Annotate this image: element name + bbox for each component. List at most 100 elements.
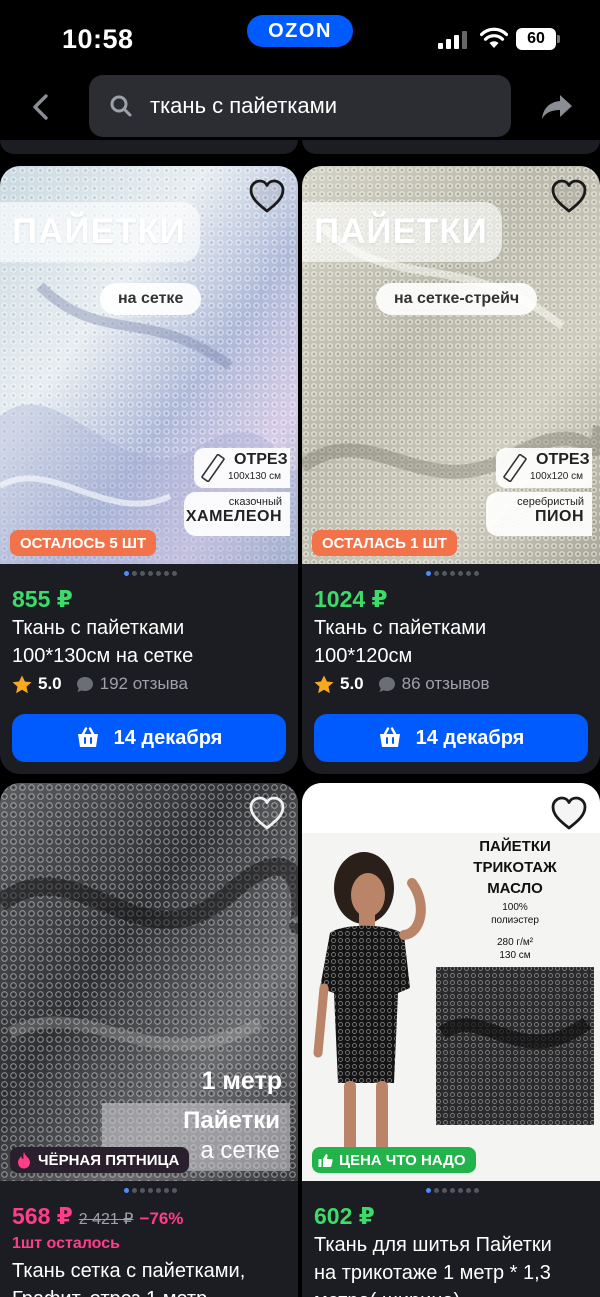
- product-rating: 5.0 86 отзывов: [314, 674, 489, 694]
- stock-left: 1шт осталось: [12, 1235, 120, 1252]
- poster-title-line: ПАЙЕТКИ: [479, 838, 551, 855]
- poster-composition: 100%: [502, 902, 528, 913]
- image-pager-dots: [302, 571, 600, 581]
- product-card[interactable]: 1 метр Пайетки а сетке ЧЁРНАЯ ПЯТНИЦА 56…: [0, 783, 298, 1297]
- add-to-cart-button[interactable]: 14 декабря: [314, 714, 588, 762]
- delivery-date: 14 декабря: [415, 726, 525, 749]
- ruler-icon: [503, 454, 527, 482]
- product-title[interactable]: Ткань с пайетками 100*120см: [314, 614, 594, 670]
- color-descriptor: сказочный: [228, 496, 282, 508]
- product-card[interactable]: ПАЙЕТКИ на сетке-стрейч ОТРЕЗ 100x120 см…: [302, 166, 600, 774]
- delivery-date: 14 декабря: [113, 726, 223, 749]
- product-price: 602 ₽: [314, 1203, 375, 1229]
- search-icon: [110, 95, 132, 117]
- photo-subtitle-label: на сетке: [100, 283, 202, 315]
- promo-tag: ЧЁРНАЯ ПЯТНИЦА: [10, 1147, 190, 1173]
- photo-subtitle-label: на сетке-стрейч: [376, 283, 538, 315]
- favorite-heart-icon[interactable]: [550, 178, 588, 214]
- photo-name-label: Пайетки: [183, 1107, 280, 1134]
- product-price: 1024 ₽: [314, 586, 388, 612]
- product-card[interactable]: ПАЙЕТКИ ТРИКОТАЖ МАСЛО 100% полиэстер 28…: [302, 783, 600, 1297]
- status-time: 10:58: [62, 24, 134, 54]
- favorite-heart-icon[interactable]: [248, 178, 286, 214]
- old-price: 2 421 ₽: [78, 1211, 134, 1228]
- reviews-bubble-icon: [76, 676, 93, 692]
- favorite-heart-icon[interactable]: [550, 795, 588, 831]
- product-title-line: метра( ширина): [314, 1287, 594, 1297]
- back-arrow-icon[interactable]: [28, 92, 56, 122]
- color-badge: серебристый ПИОН: [486, 492, 592, 536]
- reviews-count[interactable]: 86 отзывов: [402, 674, 490, 694]
- product-title-line: Ткань сетка с пайетками,: [12, 1260, 246, 1282]
- stock-tag: ОСТАЛАСЬ 1 ШТ: [312, 530, 457, 556]
- product-title[interactable]: Ткань для шитья Пайетки на трикотаже 1 м…: [314, 1231, 594, 1297]
- search-query: ткань с пайетками: [150, 93, 338, 118]
- product-title-line: Ткань с пайетками: [314, 617, 487, 639]
- cart-icon: [379, 727, 400, 747]
- product-price: 568 ₽: [12, 1203, 73, 1229]
- ozon-logo[interactable]: OZON: [247, 15, 353, 47]
- photo-title-label: ПАЙЕТКИ: [302, 202, 502, 262]
- color-badge: сказочный ХАМЕЛЕОН: [184, 492, 290, 536]
- product-photo[interactable]: ПАЙЕТКИ на сетке-стрейч ОТРЕЗ 100x120 см…: [302, 166, 600, 564]
- star-icon: [314, 675, 334, 693]
- star-icon: [12, 675, 32, 693]
- product-title[interactable]: Ткань с пайетками 100*130см на сетке: [12, 614, 292, 670]
- photo-title-label: ПАЙЕТКИ: [0, 202, 200, 262]
- cut-title: ОТРЕЗ: [536, 451, 590, 468]
- promo-tag-text: ЧЁРНАЯ ПЯТНИЦА: [38, 1151, 180, 1169]
- cut-size-badge: ОТРЕЗ 100x120 см: [496, 448, 592, 488]
- poster-composition: полиэстер: [491, 915, 539, 926]
- reviews-bubble-icon: [378, 676, 395, 692]
- product-title-line: Графит, отрез 1 метр: [12, 1285, 292, 1297]
- add-to-cart-button[interactable]: 14 декабря: [12, 714, 286, 762]
- cut-size: 100x130 см: [228, 471, 282, 482]
- cellular-signal-icon: [438, 31, 467, 49]
- share-icon[interactable]: [540, 93, 574, 121]
- status-bar: 10:58 OZON 60: [0, 0, 600, 70]
- discount-percent: −76%: [139, 1209, 184, 1228]
- photo-length-label: 1 метр: [201, 1067, 282, 1095]
- promo-tag-text: ЦЕНА ЧТО НАДО: [339, 1151, 466, 1169]
- product-title-line: 100*120см: [314, 645, 413, 667]
- product-title-line: 100*130см на сетке: [12, 645, 194, 667]
- product-title-line: на трикотаже 1 метр * 1,3: [314, 1262, 551, 1284]
- cut-size: 100x120 см: [530, 471, 584, 482]
- cart-icon: [77, 727, 98, 747]
- ruler-icon: [201, 454, 225, 482]
- cut-size-badge: ОТРЕЗ 100x130 см: [194, 448, 290, 488]
- product-title-line: Ткань для шитья Пайетки: [314, 1234, 552, 1256]
- thumbs-up-icon: [318, 1153, 333, 1167]
- color-descriptor: серебристый: [517, 496, 584, 508]
- product-price-row: 568 ₽ 2 421 ₽ −76%: [12, 1203, 183, 1230]
- image-pager-dots: [302, 1188, 600, 1198]
- product-card[interactable]: ПАЙЕТКИ на сетке ОТРЕЗ 100x130 см сказоч…: [0, 166, 298, 774]
- product-title-line: Ткань с пайетками: [12, 617, 185, 639]
- battery-icon: 60: [516, 28, 560, 50]
- product-photo[interactable]: ПАЙЕТКИ ТРИКОТАЖ МАСЛО 100% полиэстер 28…: [302, 783, 600, 1181]
- product-photo[interactable]: ПАЙЕТКИ на сетке ОТРЕЗ 100x130 см сказоч…: [0, 166, 298, 564]
- poster-title-line: ТРИКОТАЖ: [473, 859, 557, 876]
- poster-width: 130 см: [499, 950, 531, 961]
- search-input[interactable]: ткань с пайетками: [89, 75, 511, 137]
- wifi-icon: [480, 27, 508, 48]
- battery-level: 60: [516, 28, 556, 50]
- product-price: 855 ₽: [12, 586, 73, 612]
- favorite-heart-icon[interactable]: [248, 795, 286, 831]
- poster-title-line: МАСЛО: [487, 880, 543, 897]
- rating-value: 5.0: [340, 674, 364, 693]
- flame-icon: [18, 1152, 30, 1169]
- rating-value: 5.0: [38, 674, 62, 693]
- image-pager-dots: [0, 571, 298, 581]
- previous-card-edge: [302, 140, 600, 154]
- product-photo[interactable]: 1 метр Пайетки а сетке ЧЁРНАЯ ПЯТНИЦА: [0, 783, 298, 1181]
- reviews-count[interactable]: 192 отзыва: [100, 674, 188, 694]
- promo-tag: ЦЕНА ЧТО НАДО: [312, 1147, 476, 1173]
- color-name: ХАМЕЛЕОН: [185, 508, 282, 525]
- photo-name-sublabel: а сетке: [200, 1137, 280, 1164]
- previous-card-edge: [0, 140, 298, 154]
- product-title[interactable]: Ткань сетка с пайетками, Графит, отрез 1…: [12, 1257, 292, 1297]
- stock-tag: ОСТАЛОСЬ 5 ШТ: [10, 530, 157, 556]
- cut-title: ОТРЕЗ: [234, 451, 288, 468]
- search-header: ткань с пайетками: [0, 70, 600, 150]
